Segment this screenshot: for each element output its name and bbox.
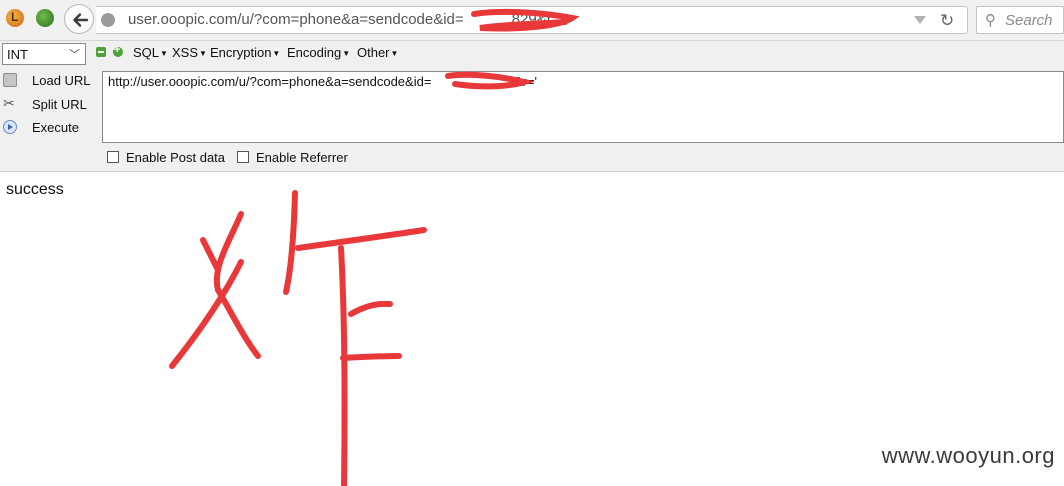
- enable-referrer-label: Enable Referrer: [256, 150, 348, 165]
- load-url-label: Load URL: [32, 73, 91, 88]
- enable-post-data-label: Enable Post data: [126, 150, 226, 165]
- address-bar-url[interactable]: user.ooopic.com/u/?com=phone&a=sendcode&…: [128, 11, 563, 28]
- menu-xss[interactable]: XSS▼: [172, 45, 207, 60]
- url-textarea[interactable]: http://user.ooopic.com/u/?com=phone&a=se…: [102, 71, 1064, 143]
- reload-icon[interactable]: ↻: [940, 11, 954, 31]
- type-select-value: INT: [7, 47, 28, 62]
- decrease-icon[interactable]: [96, 47, 106, 57]
- watermark: www.wooyun.org: [881, 443, 1055, 468]
- increase-icon[interactable]: [113, 44, 123, 57]
- execute-label: Execute: [32, 120, 79, 135]
- globe-icon: [101, 13, 115, 27]
- search-placeholder: Search: [1005, 12, 1053, 29]
- extension-icon[interactable]: [6, 9, 24, 27]
- checkbox-icon[interactable]: [237, 151, 249, 163]
- menu-other[interactable]: Other▼: [357, 45, 398, 60]
- split-url-label: Split URL: [32, 97, 87, 112]
- menu-encryption[interactable]: Encryption▼: [210, 45, 280, 60]
- play-icon: [3, 120, 17, 134]
- navigation-toolbar: user.ooopic.com/u/?com=phone&a=sendcode&…: [0, 0, 1064, 41]
- url-textarea-value[interactable]: http://user.ooopic.com/u/?com=phone&a=se…: [108, 74, 537, 89]
- address-bar[interactable]: user.ooopic.com/u/?com=phone&a=sendcode&…: [96, 6, 968, 34]
- hackbar-panel: INT ﹀ SQL▼ XSS▼ Encryption▼ Encoding▼ Ot…: [0, 41, 1064, 172]
- search-icon: ⚲: [985, 12, 996, 29]
- dropdown-arrow-icon[interactable]: [914, 16, 926, 24]
- type-select[interactable]: INT ﹀: [2, 43, 86, 65]
- checkbox-icon[interactable]: [107, 151, 119, 163]
- load-url-icon: [3, 73, 17, 87]
- extension-icon[interactable]: [36, 9, 54, 27]
- chevron-down-icon: ﹀: [69, 49, 80, 61]
- back-arrow-icon: [73, 13, 89, 27]
- menu-encoding[interactable]: Encoding▼: [287, 45, 350, 60]
- search-bar[interactable]: ⚲ Search: [976, 6, 1064, 34]
- scissors-icon: ✂: [3, 95, 15, 111]
- response-text: success: [6, 181, 64, 198]
- menu-sql[interactable]: SQL▼: [133, 45, 168, 60]
- back-button[interactable]: [64, 4, 94, 34]
